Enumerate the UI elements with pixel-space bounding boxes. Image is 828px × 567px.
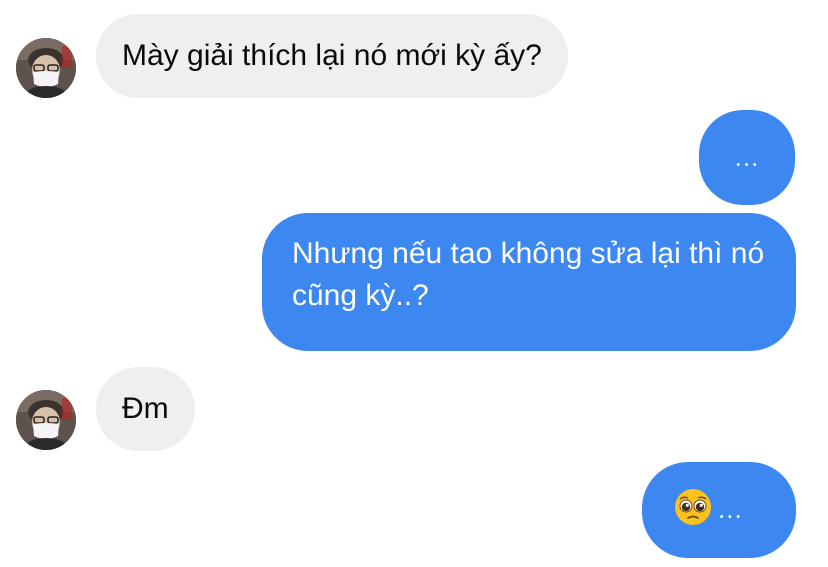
message-text: Đm [122, 392, 169, 425]
avatar[interactable] [16, 38, 76, 98]
message-bubble-incoming[interactable]: Đm [96, 367, 195, 451]
pleading-face-icon [675, 489, 711, 525]
profile-photo-icon [16, 390, 76, 450]
message-bubble-outgoing[interactable]: ... [699, 110, 795, 205]
message-text: ... [734, 142, 760, 172]
message-bubble-incoming[interactable]: Mày giải thích lại nó mới kỳ ấy? [96, 14, 568, 98]
message-bubble-outgoing[interactable]: ... [642, 462, 796, 558]
message-bubble-outgoing[interactable]: Nhưng nếu tao không sửa lại thì nó cũng … [262, 213, 796, 351]
message-text: Mày giải thích lại nó mới kỳ ấy? [122, 39, 542, 72]
message-text: Nhưng nếu tao không sửa lại thì nó cũng … [292, 237, 765, 312]
message-text: ... [718, 494, 743, 524]
profile-photo-icon [16, 38, 76, 98]
avatar[interactable] [16, 390, 76, 450]
